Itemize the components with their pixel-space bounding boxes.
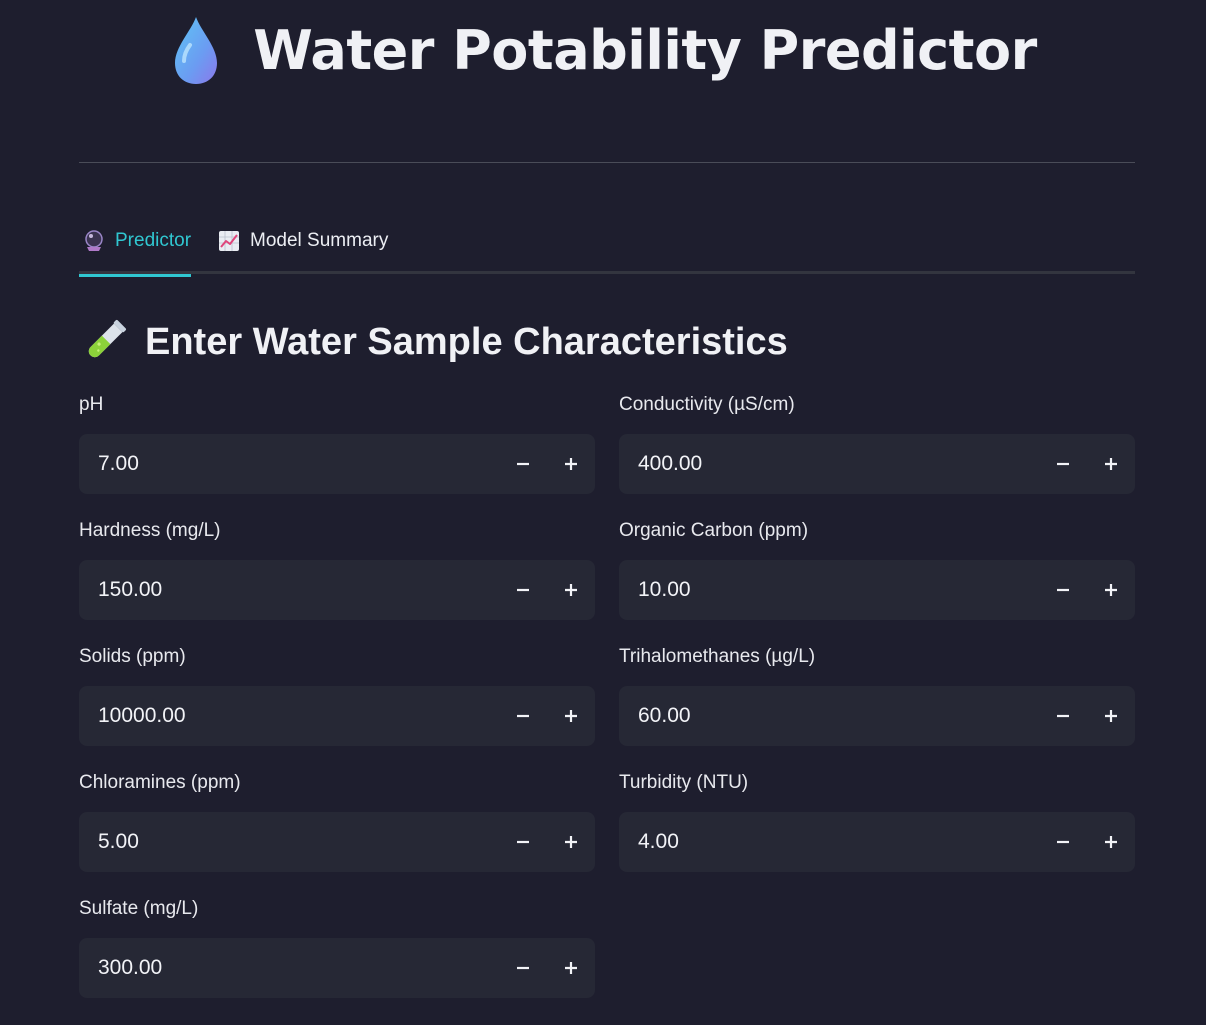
hardness-value[interactable]: 150.00: [79, 560, 499, 620]
plus-icon: [1105, 584, 1117, 596]
chloramines-value[interactable]: 5.00: [79, 812, 499, 872]
tab-bar: Predictor Model Summary: [79, 218, 1135, 277]
crystal-ball-icon: [83, 230, 105, 252]
conductivity-input: 400.00: [619, 434, 1135, 494]
ph-field: pH 7.00: [79, 394, 595, 494]
chloramines-label: Chloramines (ppm): [79, 772, 241, 793]
hardness-input: 150.00: [79, 560, 595, 620]
app-page: Water Potability Predictor Predictor Mod…: [0, 0, 1206, 1025]
chloramines-decrement-button[interactable]: [499, 812, 547, 872]
section-title: Enter Water Sample Characteristics: [145, 320, 788, 363]
minus-icon: [517, 462, 529, 466]
solids-field: Solids (ppm) 10000.00: [79, 646, 595, 746]
sulfate-field: Sulfate (mg/L) 300.00: [79, 898, 595, 998]
trihalomethanes-label: Trihalomethanes (µg/L): [619, 646, 816, 667]
divider: [79, 162, 1135, 163]
title-row: Water Potability Predictor: [0, 10, 1206, 90]
turbidity-field: Turbidity (NTU) 4.00: [619, 772, 1135, 872]
organic-carbon-label: Organic Carbon (ppm): [619, 520, 809, 541]
organic-carbon-decrement-button[interactable]: [1039, 560, 1087, 620]
chloramines-increment-button[interactable]: [547, 812, 595, 872]
sulfate-input: 300.00: [79, 938, 595, 998]
tab-predictor-label: Predictor: [115, 230, 192, 251]
sulfate-value[interactable]: 300.00: [79, 938, 499, 998]
minus-icon: [517, 966, 529, 970]
chart-increasing-icon: [218, 230, 240, 252]
turbidity-value[interactable]: 4.00: [619, 812, 1039, 872]
minus-icon: [1057, 588, 1069, 592]
solids-decrement-button[interactable]: [499, 686, 547, 746]
solids-input: 10000.00: [79, 686, 595, 746]
trihalomethanes-field: Trihalomethanes (µg/L) 60.00: [619, 646, 1135, 746]
minus-icon: [1057, 714, 1069, 718]
sulfate-decrement-button[interactable]: [499, 938, 547, 998]
plus-icon: [1105, 836, 1117, 848]
hardness-label: Hardness (mg/L): [79, 520, 221, 541]
sulfate-label: Sulfate (mg/L): [79, 898, 199, 919]
organic-carbon-value[interactable]: 10.00: [619, 560, 1039, 620]
solids-label: Solids (ppm): [79, 646, 186, 667]
turbidity-input: 4.00: [619, 812, 1135, 872]
trihalomethanes-decrement-button[interactable]: [1039, 686, 1087, 746]
ph-increment-button[interactable]: [547, 434, 595, 494]
trihalomethanes-increment-button[interactable]: [1087, 686, 1135, 746]
hardness-field: Hardness (mg/L) 150.00: [79, 520, 595, 620]
droplet-icon: [169, 13, 223, 87]
solids-value[interactable]: 10000.00: [79, 686, 499, 746]
conductivity-field: Conductivity (µS/cm) 400.00: [619, 394, 1135, 494]
page-title: Water Potability Predictor: [253, 18, 1037, 82]
conductivity-label: Conductivity (µS/cm): [619, 394, 795, 415]
plus-icon: [1105, 710, 1117, 722]
chloramines-input: 5.00: [79, 812, 595, 872]
hardness-decrement-button[interactable]: [499, 560, 547, 620]
minus-icon: [517, 714, 529, 718]
section-heading: Enter Water Sample Characteristics: [79, 316, 788, 368]
ph-label: pH: [79, 394, 104, 415]
ph-value[interactable]: 7.00: [79, 434, 499, 494]
plus-icon: [565, 584, 577, 596]
plus-icon: [1105, 458, 1117, 470]
turbidity-increment-button[interactable]: [1087, 812, 1135, 872]
ph-input: 7.00: [79, 434, 595, 494]
plus-icon: [565, 836, 577, 848]
tab-model-summary-label: Model Summary: [250, 230, 389, 251]
tab-model-summary[interactable]: Model Summary: [218, 218, 388, 274]
turbidity-label: Turbidity (NTU): [619, 772, 749, 793]
minus-icon: [1057, 840, 1069, 844]
trihalomethanes-input: 60.00: [619, 686, 1135, 746]
trihalomethanes-value[interactable]: 60.00: [619, 686, 1039, 746]
solids-increment-button[interactable]: [547, 686, 595, 746]
tab-predictor[interactable]: Predictor: [79, 218, 192, 277]
organic-carbon-input: 10.00: [619, 560, 1135, 620]
organic-carbon-increment-button[interactable]: [1087, 560, 1135, 620]
ph-decrement-button[interactable]: [499, 434, 547, 494]
conductivity-decrement-button[interactable]: [1039, 434, 1087, 494]
test-tube-icon: [79, 317, 129, 367]
conductivity-value[interactable]: 400.00: [619, 434, 1039, 494]
sulfate-increment-button[interactable]: [547, 938, 595, 998]
chloramines-field: Chloramines (ppm) 5.00: [79, 772, 595, 872]
conductivity-increment-button[interactable]: [1087, 434, 1135, 494]
hardness-increment-button[interactable]: [547, 560, 595, 620]
turbidity-decrement-button[interactable]: [1039, 812, 1087, 872]
minus-icon: [1057, 462, 1069, 466]
minus-icon: [517, 840, 529, 844]
minus-icon: [517, 588, 529, 592]
organic-carbon-field: Organic Carbon (ppm) 10.00: [619, 520, 1135, 620]
plus-icon: [565, 710, 577, 722]
plus-icon: [565, 962, 577, 974]
plus-icon: [565, 458, 577, 470]
